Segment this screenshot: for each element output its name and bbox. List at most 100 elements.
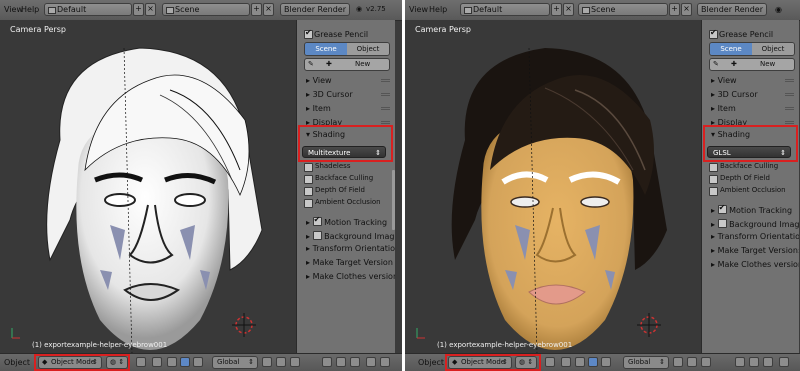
highlight-mode-box xyxy=(445,354,541,371)
drag-grip-icon[interactable] xyxy=(785,79,794,82)
orientation-selector[interactable]: Global ⇕ xyxy=(212,356,258,369)
scale-icon[interactable] xyxy=(193,357,203,367)
shadeless-checkbox[interactable] xyxy=(304,163,313,172)
depth-of-field-checkbox[interactable] xyxy=(304,187,313,196)
layer-icon[interactable] xyxy=(262,357,272,367)
orientation-selector[interactable]: Global ⇕ xyxy=(623,356,669,369)
scene-selector[interactable]: Scene xyxy=(162,3,250,16)
drag-grip-icon[interactable] xyxy=(381,79,390,82)
render-engine-selector[interactable]: Blender Render xyxy=(280,3,350,16)
snap-target-icon[interactable] xyxy=(350,357,360,367)
menu-help[interactable]: Help xyxy=(21,5,39,14)
menu-view[interactable]: View xyxy=(409,5,428,14)
active-object-label: (1) exportexample-helper-eyebrow001 xyxy=(32,341,168,349)
drag-grip-icon[interactable] xyxy=(785,121,794,124)
section-3d-cursor[interactable]: ▸ 3D Cursor xyxy=(306,90,353,99)
scene-selector[interactable]: Scene xyxy=(578,3,668,16)
render-engine-selector[interactable]: Blender Render xyxy=(697,3,767,16)
panel-scrollbar[interactable] xyxy=(392,170,395,230)
top-header: View Help Default + × Scene + × Blender … xyxy=(405,0,800,21)
camera-icon[interactable] xyxy=(380,357,390,367)
add-layout-button[interactable]: + xyxy=(133,3,144,16)
menu-object[interactable]: Object xyxy=(418,358,444,367)
layout-selector[interactable]: Default xyxy=(44,3,132,16)
3d-viewport[interactable]: Camera Persp (1) exportexample-helper-ey… xyxy=(0,20,296,354)
tab-scene[interactable]: Scene xyxy=(305,43,347,55)
tab-object[interactable]: Object xyxy=(347,43,389,55)
layer-icon[interactable] xyxy=(290,357,300,367)
drag-grip-icon[interactable] xyxy=(785,93,794,96)
option-ambient-occlusion: Ambient Occlusion xyxy=(720,186,786,194)
grease-pencil-header[interactable]: Grease Pencil xyxy=(314,30,368,39)
pivot-icon[interactable] xyxy=(545,357,555,367)
layer-icon[interactable] xyxy=(687,357,697,367)
section-background-images[interactable]: ▸ Background Images xyxy=(306,230,395,241)
snap-icon[interactable] xyxy=(336,357,346,367)
section-item[interactable]: ▸ Item xyxy=(711,104,736,113)
section-motion-tracking[interactable]: ▸ Motion Tracking xyxy=(711,203,792,215)
motion-tracking-checkbox[interactable] xyxy=(717,203,727,214)
tab-scene[interactable]: Scene xyxy=(710,43,752,55)
depth-of-field-checkbox[interactable] xyxy=(709,175,718,184)
section-background-images[interactable]: ▸ Background Images xyxy=(711,218,799,229)
drag-grip-icon[interactable] xyxy=(381,121,390,124)
background-images-checkbox[interactable] xyxy=(717,219,727,228)
layer-icon[interactable] xyxy=(276,357,286,367)
layer-icon[interactable] xyxy=(701,357,711,367)
section-make-clothes[interactable]: ▸ Make Clothes version: 1. xyxy=(306,272,395,281)
new-grease-pencil-button[interactable]: ✎ ✚ New xyxy=(709,58,795,71)
section-item[interactable]: ▸ Item xyxy=(306,104,331,113)
remove-scene-button[interactable]: × xyxy=(681,3,692,16)
grease-pencil-source-tabs: Scene Object xyxy=(304,42,390,56)
proportional-edit-icon[interactable] xyxy=(322,357,332,367)
remove-layout-button[interactable]: × xyxy=(563,3,574,16)
manipulator-icon[interactable] xyxy=(152,357,162,367)
remove-scene-button[interactable]: × xyxy=(263,3,274,16)
background-images-checkbox[interactable] xyxy=(312,231,322,240)
rotate-icon[interactable] xyxy=(180,357,190,367)
tab-object[interactable]: Object xyxy=(752,43,794,55)
section-transform-orientations[interactable]: ▸ Transform Orientations xyxy=(306,244,395,253)
drag-grip-icon[interactable] xyxy=(785,107,794,110)
translate-icon[interactable] xyxy=(575,357,585,367)
backface-culling-checkbox[interactable] xyxy=(304,175,313,184)
manipulator-icon[interactable] xyxy=(561,357,571,367)
drag-grip-icon[interactable] xyxy=(381,93,390,96)
3d-viewport[interactable]: Camera Persp (1) exportexample-helper-ey… xyxy=(405,20,701,354)
section-motion-tracking[interactable]: ▸ Motion Tracking xyxy=(306,215,387,227)
menu-object[interactable]: Object xyxy=(4,358,30,367)
section-3d-cursor[interactable]: ▸ 3D Cursor xyxy=(711,90,758,99)
remove-layout-button[interactable]: × xyxy=(145,3,156,16)
section-view[interactable]: ▸ View xyxy=(711,76,737,85)
ambient-occlusion-checkbox[interactable] xyxy=(709,187,718,196)
snap-target-icon[interactable] xyxy=(763,357,773,367)
section-transform-orientations[interactable]: ▸ Transform Orientations xyxy=(711,232,799,241)
render-icon[interactable] xyxy=(779,357,789,367)
pivot-icon[interactable] xyxy=(136,357,146,367)
add-scene-button[interactable]: + xyxy=(669,3,680,16)
grease-pencil-checkbox[interactable] xyxy=(709,28,718,39)
snap-icon[interactable] xyxy=(749,357,759,367)
layer-icon[interactable] xyxy=(673,357,683,367)
drag-grip-icon[interactable] xyxy=(381,107,390,110)
grease-pencil-header[interactable]: Grease Pencil xyxy=(719,30,773,39)
motion-tracking-checkbox[interactable] xyxy=(312,215,322,226)
add-scene-button[interactable]: + xyxy=(251,3,262,16)
ambient-occlusion-checkbox[interactable] xyxy=(304,199,313,208)
proportional-edit-icon[interactable] xyxy=(735,357,745,367)
layout-selector[interactable]: Default xyxy=(460,3,550,16)
menu-help[interactable]: Help xyxy=(429,5,447,14)
section-view[interactable]: ▸ View xyxy=(306,76,332,85)
section-make-target[interactable]: ▸ Make Target Version 1. xyxy=(306,258,395,267)
section-make-clothes[interactable]: ▸ Make Clothes version: 1. xyxy=(711,260,799,269)
section-make-target[interactable]: ▸ Make Target Version: 1. xyxy=(711,246,799,255)
add-layout-button[interactable]: + xyxy=(551,3,562,16)
backface-culling-checkbox[interactable] xyxy=(709,163,718,172)
properties-shelf: Grease Pencil Scene Object ✎ ✚ New ▸ Vie… xyxy=(701,20,799,354)
render-icon[interactable] xyxy=(366,357,376,367)
scale-icon[interactable] xyxy=(601,357,611,367)
rotate-icon[interactable] xyxy=(588,357,598,367)
grease-pencil-checkbox[interactable] xyxy=(304,28,313,39)
new-grease-pencil-button[interactable]: ✎ ✚ New xyxy=(304,58,390,71)
translate-icon[interactable] xyxy=(167,357,177,367)
